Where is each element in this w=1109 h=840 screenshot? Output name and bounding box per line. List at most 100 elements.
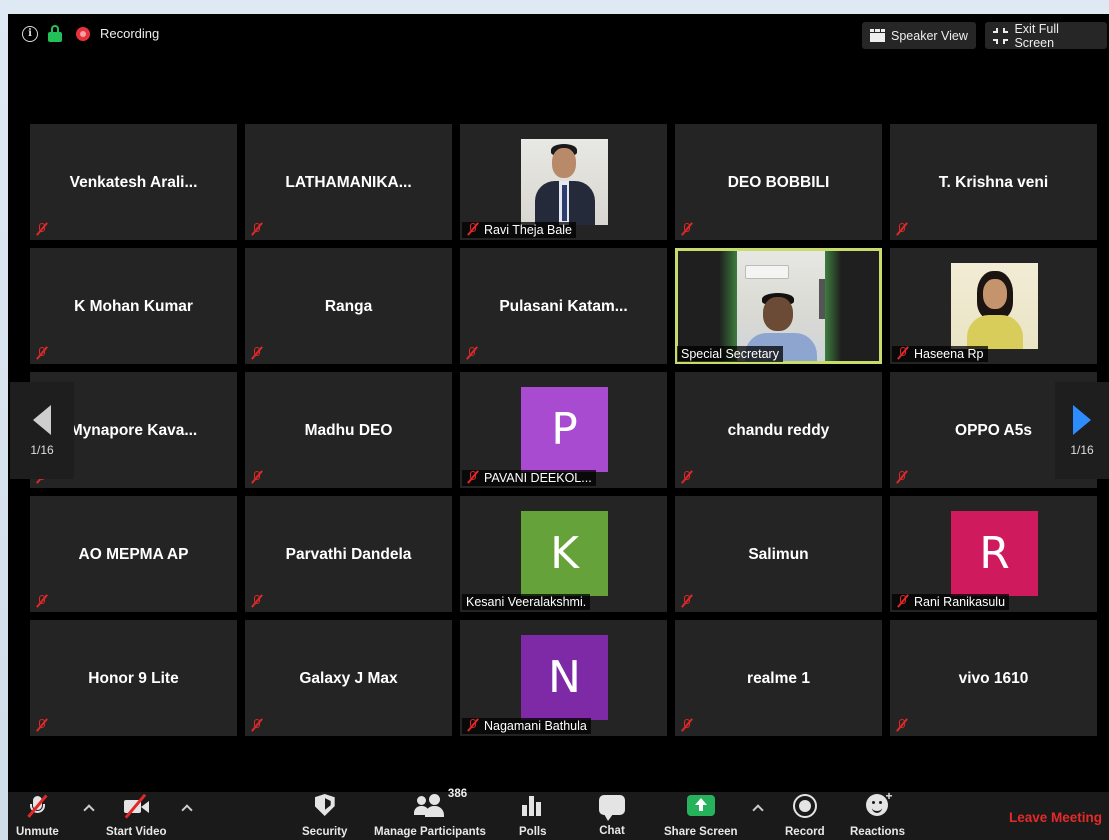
participants-label: Manage Participants: [374, 826, 486, 838]
zoom-meeting-window: i Recording Speaker View Exit Full Scree…: [8, 14, 1109, 840]
recording-icon: [76, 26, 90, 41]
participant-name: Special Secretary: [681, 347, 779, 361]
participant-name: LATHAMANIKA...: [285, 174, 412, 191]
video-backdrop-right: [825, 251, 879, 361]
participant-tile[interactable]: K Kesani Veeralakshmi.: [460, 496, 667, 612]
polls-button[interactable]: Polls: [519, 794, 546, 838]
participant-name: Ravi Theja Bale: [484, 223, 573, 237]
gallery-view: Venkatesh Arali... LATHAMANIKA... Ravi T…: [30, 124, 1100, 738]
unmute-label: Unmute: [16, 826, 59, 838]
participant-tile[interactable]: AO MEPMA AP: [30, 496, 237, 612]
muted-mic-icon: [681, 222, 693, 236]
reactions-button[interactable]: + Reactions: [850, 789, 905, 838]
participant-name-label: Ravi Theja Bale: [462, 222, 577, 238]
participant-tile[interactable]: Parvathi Dandela: [245, 496, 452, 612]
participant-name: Honor 9 Lite: [88, 670, 179, 687]
chat-label: Chat: [599, 825, 625, 837]
participant-tile[interactable]: Ranga: [245, 248, 452, 364]
security-button[interactable]: Security: [302, 794, 347, 838]
participant-name-label: Rani Ranikasulu: [892, 594, 1010, 610]
participant-name: AO MEPMA AP: [78, 546, 189, 563]
next-page-button[interactable]: 1/16: [1055, 382, 1109, 479]
participant-tile[interactable]: Honor 9 Lite: [30, 620, 237, 736]
record-button[interactable]: Record: [785, 794, 825, 838]
muted-mic-icon: [896, 718, 908, 732]
recording-label: Recording: [100, 26, 160, 41]
muted-mic-icon: [251, 594, 263, 608]
participant-tile[interactable]: LATHAMANIKA...: [245, 124, 452, 240]
participant-tile[interactable]: Haseena Rp: [890, 248, 1097, 364]
page-indicator: 1/16: [30, 442, 54, 457]
exit-full-screen-button[interactable]: Exit Full Screen: [985, 22, 1107, 50]
participant-tile[interactable]: vivo 1610: [890, 620, 1097, 736]
participant-name: Nagamani Bathula: [484, 719, 587, 733]
participants-icon: 386: [413, 788, 467, 818]
participant-tile[interactable]: realme 1: [675, 620, 882, 736]
participant-name: Pulasani Katam...: [499, 298, 628, 315]
participant-tile[interactable]: R Rani Ranikasulu: [890, 496, 1097, 612]
participant-tile[interactable]: K Mohan Kumar: [30, 248, 237, 364]
muted-mic-icon: [36, 222, 48, 236]
participant-name-label: PAVANI DEEKOL...: [462, 470, 596, 486]
previous-page-button[interactable]: 1/16: [10, 382, 74, 479]
lock-icon[interactable]: [48, 25, 62, 42]
share-options-caret-icon[interactable]: [752, 804, 764, 816]
start-video-button[interactable]: Start Video: [106, 793, 167, 838]
muted-mic-icon: [467, 222, 479, 236]
participant-tile[interactable]: Pulasani Katam...: [460, 248, 667, 364]
participant-tile[interactable]: Salimun: [675, 496, 882, 612]
share-screen-button[interactable]: Share Screen: [664, 794, 738, 838]
participant-tile[interactable]: DEO BOBBILI: [675, 124, 882, 240]
muted-mic-icon: [896, 470, 908, 484]
speaker-view-label: Speaker View: [891, 28, 968, 43]
participant-name: K Mohan Kumar: [74, 298, 193, 315]
leave-meeting-button[interactable]: Leave Meeting: [1009, 810, 1102, 825]
participant-name: Ranga: [324, 298, 373, 315]
chat-button[interactable]: Chat: [599, 794, 625, 837]
participant-video: [737, 251, 825, 361]
participant-tile[interactable]: N Nagamani Bathula: [460, 620, 667, 736]
participant-tile[interactable]: Galaxy J Max: [245, 620, 452, 736]
participant-name: realme 1: [747, 670, 810, 687]
participant-name: Parvathi Dandela: [285, 546, 412, 563]
participant-avatar: P: [521, 387, 608, 472]
unmute-button[interactable]: Unmute: [16, 794, 59, 838]
muted-mic-icon: [897, 594, 909, 608]
participant-tile[interactable]: Madhu DEO: [245, 372, 452, 488]
muted-mic-icon: [251, 718, 263, 732]
participant-name: Galaxy J Max: [299, 670, 398, 687]
muted-mic-icon: [681, 594, 693, 608]
participant-tile[interactable]: T. Krishna veni: [890, 124, 1097, 240]
participant-count: 386: [447, 788, 468, 800]
top-bar: i Recording Speaker View Exit Full Scree…: [8, 14, 1109, 58]
muted-mic-icon: [36, 718, 48, 732]
participant-name: T. Krishna veni: [938, 174, 1049, 191]
participant-photo: [521, 139, 608, 225]
participant-tile[interactable]: chandu reddy: [675, 372, 882, 488]
muted-mic-icon: [897, 346, 909, 360]
arrow-right-icon: [1073, 404, 1091, 435]
video-options-caret-icon[interactable]: [181, 804, 193, 816]
participant-name: Salimun: [748, 546, 809, 563]
participant-avatar: R: [951, 511, 1038, 596]
info-icon[interactable]: i: [22, 25, 38, 42]
participant-name-label: Kesani Veeralakshmi.: [462, 594, 591, 610]
participant-name-label: Haseena Rp: [892, 346, 988, 362]
record-icon: [792, 794, 817, 818]
shield-icon: [314, 794, 335, 816]
reactions-icon: +: [866, 789, 893, 816]
audio-options-caret-icon[interactable]: [83, 804, 95, 816]
active-speaker-tile[interactable]: Special Secretary: [675, 248, 882, 364]
participant-tile[interactable]: Venkatesh Arali...: [30, 124, 237, 240]
muted-mic-icon: [467, 718, 479, 732]
manage-participants-button[interactable]: 386 Manage Participants: [374, 788, 486, 838]
muted-mic-icon: [466, 346, 478, 360]
participant-tile[interactable]: Ravi Theja Bale: [460, 124, 667, 240]
muted-mic-icon: [36, 346, 48, 360]
muted-mic-icon: [251, 470, 263, 484]
muted-mic-icon: [467, 470, 479, 484]
share-screen-label: Share Screen: [664, 826, 738, 838]
participant-tile[interactable]: P PAVANI DEEKOL...: [460, 372, 667, 488]
speaker-view-button[interactable]: Speaker View: [862, 22, 976, 49]
record-label: Record: [785, 826, 825, 838]
